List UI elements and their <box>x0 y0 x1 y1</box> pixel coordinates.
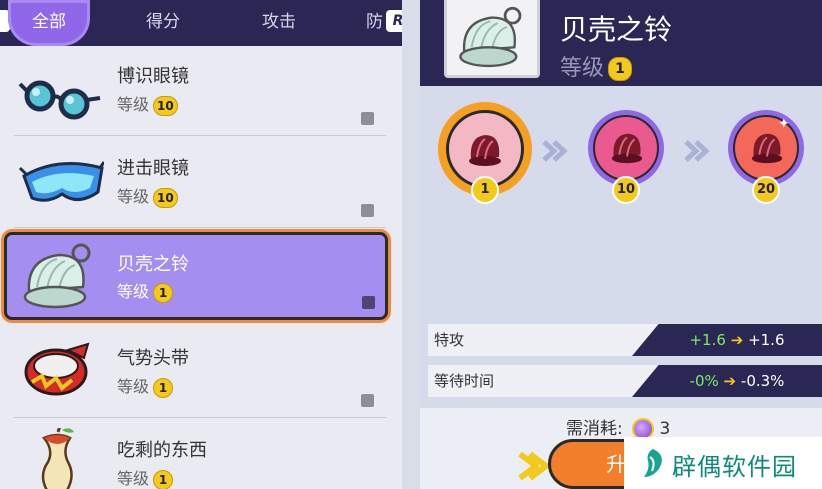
stage-level-badge: 10 <box>612 176 640 204</box>
choice-specs-icon <box>18 161 104 202</box>
tab-scoring[interactable]: 得分 <box>118 0 208 46</box>
item-detail-panel: 贝壳之铃 等级 1 1 10 ✦ 20 特攻 +1.6 ➔ +1.6 等待时间 … <box>420 0 822 489</box>
stage-20-ring[interactable]: ✦ <box>728 110 804 186</box>
chevron-right-icon <box>542 140 568 162</box>
stat-label: 特攻 <box>428 324 668 356</box>
arrow-right-icon: ➔ <box>730 331 744 349</box>
stage-item-icon <box>469 135 501 166</box>
list-item[interactable]: 进击眼镜 等级 10 <box>14 138 386 228</box>
level-badge: 10 <box>153 187 178 208</box>
item-name: 进击眼镜 <box>117 158 189 179</box>
item-name: 博识眼镜 <box>117 66 189 87</box>
level-badge: 1 <box>608 57 633 81</box>
stage-item-icon <box>611 133 643 164</box>
stat-label: 等待时间 <box>428 365 668 397</box>
chevron-right-icon <box>518 451 549 481</box>
stage-level-badge: 20 <box>752 176 780 204</box>
level-badge: 1 <box>153 377 174 398</box>
item-level: 等级 10 <box>117 183 178 208</box>
equip-slot-indicator <box>361 394 374 407</box>
detail-header: 贝壳之铃 等级 1 <box>420 0 822 86</box>
item-name: 贝壳之铃 <box>117 254 189 275</box>
wise-glasses-icon <box>18 80 101 120</box>
equip-slot-indicator <box>361 204 374 217</box>
muscle-band-icon <box>24 342 90 396</box>
level-badge: 10 <box>153 95 178 116</box>
watermark: 辟偶软件园 <box>624 437 822 489</box>
list-item-selected[interactable]: 贝壳之铃 等级 1 <box>4 232 388 320</box>
level-badge: 1 <box>153 282 174 303</box>
item-level: 等级 10 <box>117 91 178 116</box>
watermark-logo <box>644 449 662 477</box>
stage-10-ring[interactable] <box>588 110 664 186</box>
item-name: 气势头带 <box>117 348 189 369</box>
item-level: 等级 1 <box>117 373 174 398</box>
stat-row: 特攻 +1.6 ➔ +1.6 <box>428 324 822 356</box>
list-item[interactable]: 吃剩的东西 等级 1 <box>14 420 386 489</box>
tab-all[interactable]: 全部 <box>8 0 90 46</box>
item-level: 等级 1 <box>117 278 174 303</box>
detail-thumbnail <box>444 0 540 78</box>
leftovers-icon <box>41 428 74 489</box>
stat-value: +1.6 ➔ +1.6 <box>632 324 822 356</box>
list-item[interactable]: 博识眼镜 等级 10 <box>14 46 386 136</box>
stat-value: -0% ➔ -0.3% <box>632 365 822 397</box>
stat-row: 等待时间 -0% ➔ -0.3% <box>428 365 822 397</box>
detail-level: 等级 1 <box>560 50 633 82</box>
chevron-right-icon <box>684 140 710 162</box>
level-badge: 1 <box>153 469 174 489</box>
watermark-text: 辟偶软件园 <box>672 453 797 481</box>
cost-value: 3 <box>659 419 671 439</box>
item-list-panel: 全部 得分 攻击 防 R 博识眼镜 等级10 进击眼镜 等级10 <box>0 0 402 489</box>
item-name: 吃剩的东西 <box>117 440 207 461</box>
shell-bell-icon <box>459 6 522 68</box>
r-button-icon[interactable]: R <box>386 10 402 32</box>
list-item[interactable]: 气势头带 等级 1 <box>14 328 386 418</box>
item-level: 等级 1 <box>117 465 174 489</box>
tab-attack[interactable]: 攻击 <box>234 0 324 46</box>
sparkle-icon: ✦ <box>778 116 790 132</box>
equip-slot-indicator <box>362 296 375 309</box>
equip-slot-indicator <box>361 112 374 125</box>
detail-title: 贝壳之铃 <box>560 13 673 46</box>
arrow-right-icon: ➔ <box>723 372 737 390</box>
stage-item-icon <box>751 133 783 164</box>
category-tabs: 全部 得分 攻击 防 R <box>0 0 402 46</box>
shell-bell-icon <box>23 243 91 309</box>
stage-level-badge: 1 <box>471 176 499 204</box>
